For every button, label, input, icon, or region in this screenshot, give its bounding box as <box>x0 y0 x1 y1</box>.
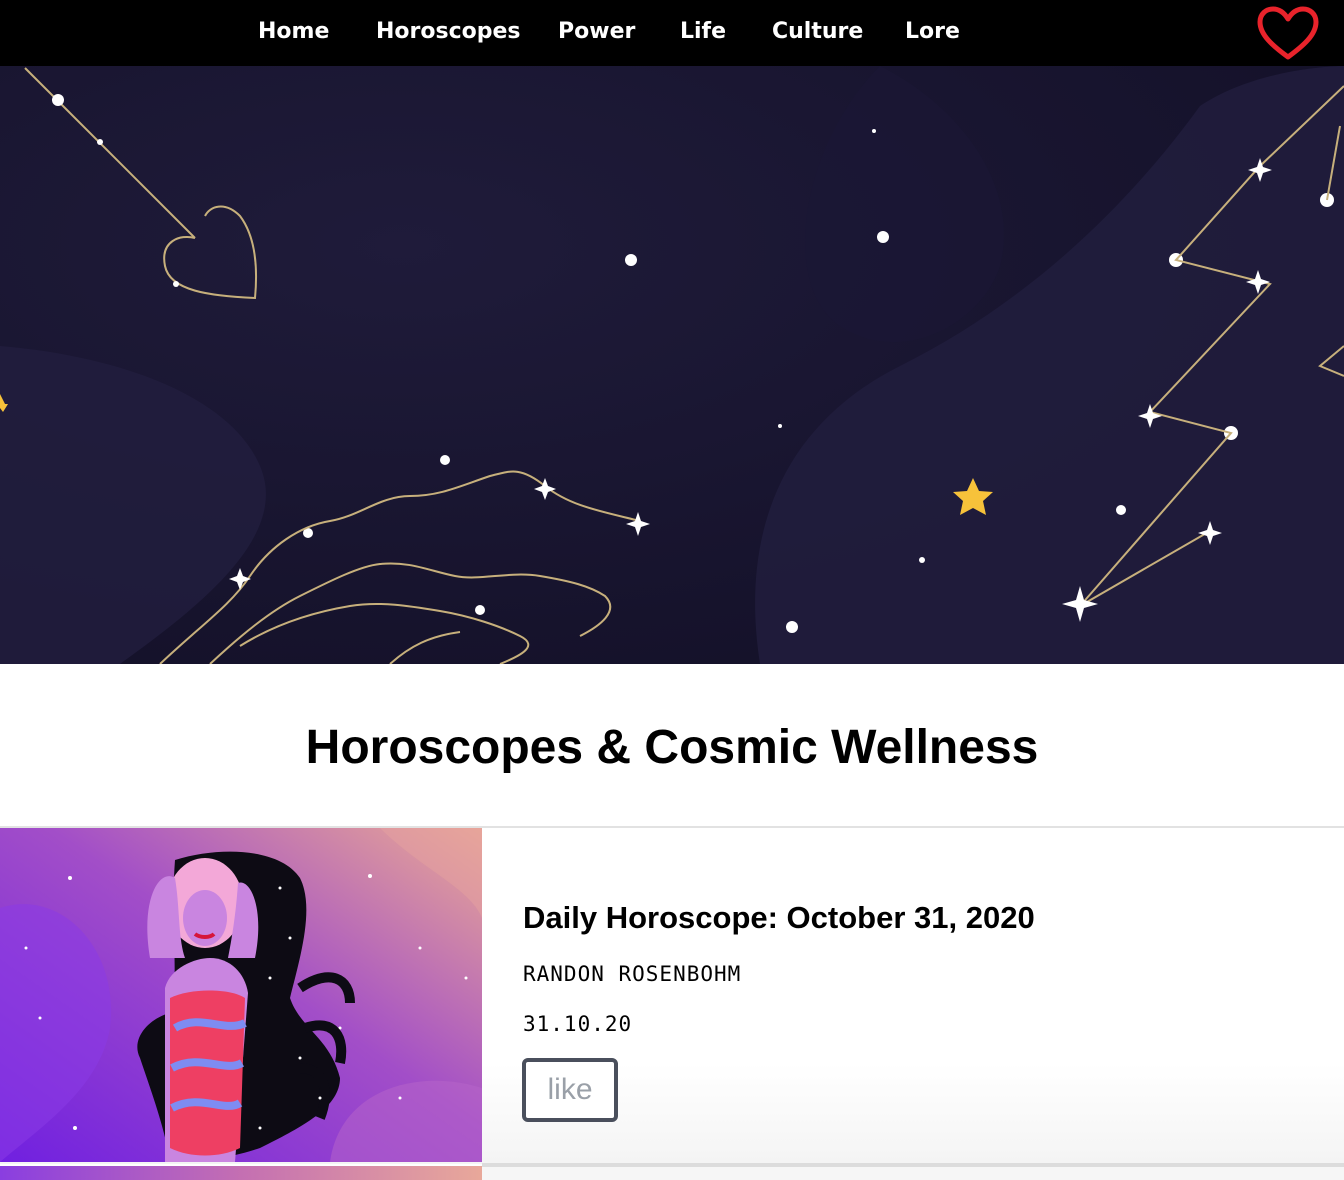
nav-link-horoscopes[interactable]: Horoscopes <box>376 17 521 47</box>
article-author: RANDON ROSENBOHM <box>523 962 742 986</box>
page-title: Horoscopes & Cosmic Wellness <box>305 721 1039 774</box>
nav-link-home[interactable]: Home <box>258 17 329 47</box>
nav-link-culture[interactable]: Culture <box>772 17 863 47</box>
article-title[interactable]: Daily Horoscope: October 31, 2020 <box>523 898 1035 938</box>
constellation-illustration <box>0 66 1344 664</box>
next-article-thumbnail[interactable] <box>0 1166 482 1180</box>
like-button[interactable]: like <box>522 1058 618 1122</box>
scorpio-illustration <box>0 828 482 1162</box>
article-card[interactable]: Daily Horoscope: October 31, 2020 RANDON… <box>0 828 1344 1164</box>
favorites-button[interactable] <box>1255 4 1321 62</box>
next-article-card[interactable] <box>482 1167 1344 1180</box>
nav-link-life[interactable]: Life <box>680 17 726 47</box>
nav-link-lore[interactable]: Lore <box>905 17 960 47</box>
heart-outline-icon <box>1257 6 1319 60</box>
article-thumbnail[interactable] <box>0 828 482 1162</box>
hero-banner <box>0 66 1344 664</box>
top-navigation: Home Horoscopes Power Life Culture Lore <box>0 0 1344 66</box>
nav-link-power[interactable]: Power <box>558 17 635 47</box>
article-date: 31.10.20 <box>523 1012 633 1036</box>
